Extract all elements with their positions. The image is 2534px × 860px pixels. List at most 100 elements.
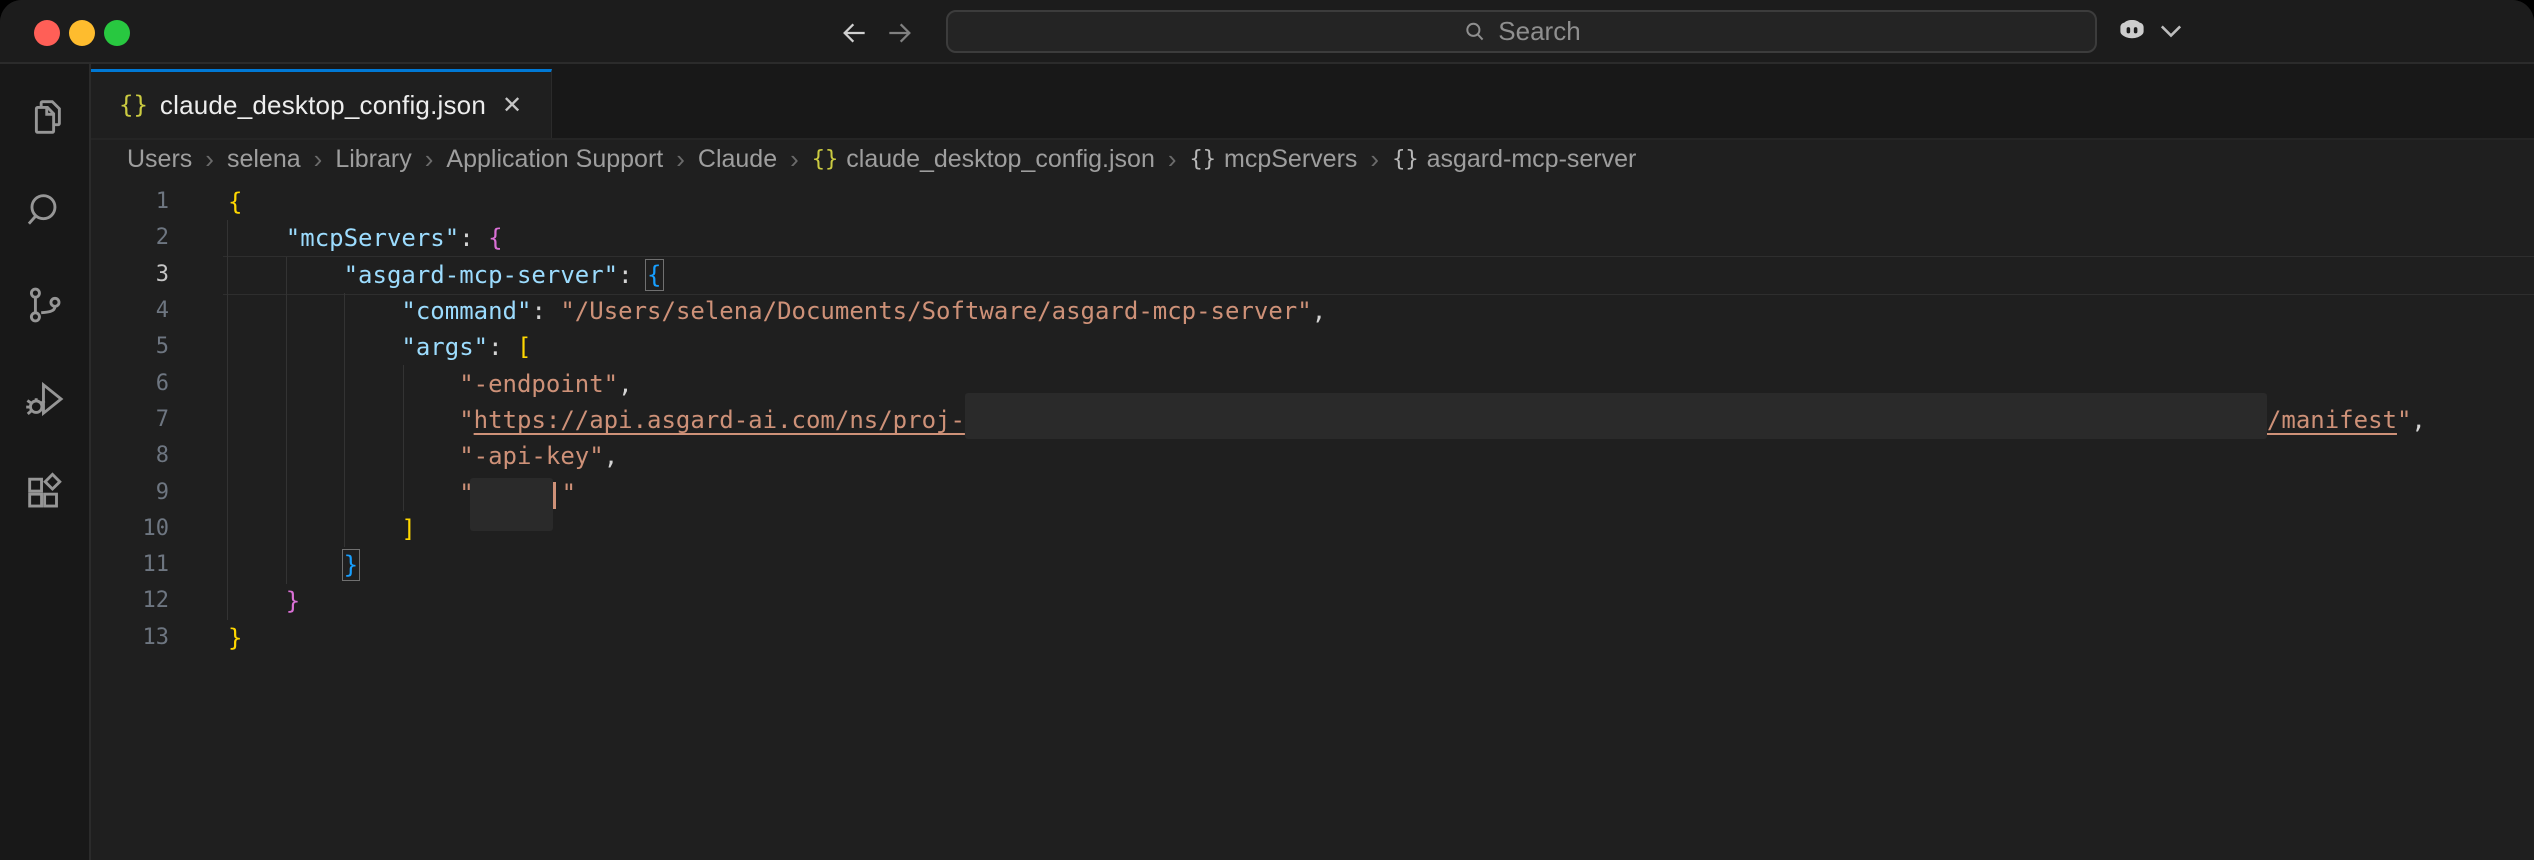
code-editor[interactable]: 12345678910111213 { "mcpServers": { "asg… xyxy=(91,178,2534,860)
tab-claude-desktop-config[interactable]: {} claude_desktop_config.json ✕ xyxy=(91,69,552,138)
breadcrumb-item[interactable]: {} claude_desktop_config.json xyxy=(812,145,1155,174)
code-line: { xyxy=(228,184,2426,220)
sidebar-item-source-control[interactable] xyxy=(0,258,89,352)
redacted-text-sliver xyxy=(553,482,556,509)
zoom-window-button[interactable] xyxy=(104,20,130,46)
minimize-window-button[interactable] xyxy=(69,20,95,46)
navigate-back-button[interactable] xyxy=(838,17,870,49)
code-token: : xyxy=(618,261,647,289)
url-link[interactable]: /manifest xyxy=(2267,406,2397,434)
code-line: "" xyxy=(228,475,2426,511)
activity-bar xyxy=(0,64,91,860)
code-token xyxy=(228,406,459,434)
code-line: } xyxy=(228,583,2426,619)
line-number: 8 xyxy=(91,438,169,474)
arrow-left-icon xyxy=(838,17,870,49)
breadcrumb-item[interactable]: {}mcpServers xyxy=(1190,145,1358,174)
breadcrumb-label: Application Support xyxy=(446,145,663,174)
breadcrumb-item[interactable]: Application Support xyxy=(446,145,663,174)
code-token: , xyxy=(1312,297,1326,325)
code-token: { xyxy=(488,224,502,252)
copilot-menu-button[interactable] xyxy=(2114,14,2182,48)
sidebar-item-extensions[interactable] xyxy=(0,446,89,540)
close-window-button[interactable] xyxy=(34,20,60,46)
tab-bar: {} claude_desktop_config.json ✕ xyxy=(91,64,2534,140)
arrow-right-icon xyxy=(884,17,916,49)
tab-filename: claude_desktop_config.json xyxy=(160,90,486,121)
code-token: , xyxy=(2411,406,2425,434)
breadcrumb-separator-icon: › xyxy=(777,144,812,175)
breadcrumb-item[interactable]: Users xyxy=(127,145,192,174)
code-token: } xyxy=(286,587,300,615)
line-number: 13 xyxy=(91,620,169,656)
breadcrumb-label: Claude xyxy=(698,145,777,174)
breadcrumb-separator-icon: › xyxy=(663,144,698,175)
close-tab-icon[interactable]: ✕ xyxy=(502,91,522,120)
code-line: } xyxy=(228,620,2426,656)
code-token: : xyxy=(531,297,560,325)
search-input[interactable]: Search xyxy=(946,10,2097,53)
breadcrumb: Users›selena›Library›Application Support… xyxy=(91,140,2534,178)
breadcrumb-label: asgard-mcp-server xyxy=(1427,145,1637,174)
chevron-down-icon xyxy=(2160,24,2182,38)
line-number: 3 xyxy=(91,257,169,293)
code-token: } xyxy=(344,551,358,579)
source-control-icon xyxy=(22,282,68,328)
run-debug-icon xyxy=(22,376,68,422)
line-number: 6 xyxy=(91,366,169,402)
symbol-object-icon: {} xyxy=(1190,147,1217,172)
code-token: "mcpServers" xyxy=(286,224,459,252)
sidebar-item-explorer[interactable] xyxy=(0,70,89,164)
line-number: 1 xyxy=(91,184,169,220)
breadcrumb-label: selena xyxy=(227,145,301,174)
code-token: "/Users/selena/Documents/Software/asgard… xyxy=(560,297,1311,325)
line-number: 12 xyxy=(91,583,169,619)
code-token xyxy=(228,587,286,615)
line-number: 4 xyxy=(91,293,169,329)
code-token xyxy=(228,370,459,398)
breadcrumb-separator-icon: › xyxy=(412,144,447,175)
breadcrumb-item[interactable]: {}asgard-mcp-server xyxy=(1392,145,1636,174)
code-token xyxy=(228,261,344,289)
code-token: : xyxy=(488,333,517,361)
line-number: 10 xyxy=(91,511,169,547)
code-line: "-api-key", xyxy=(228,438,2426,474)
code-token xyxy=(228,297,401,325)
extensions-icon xyxy=(22,470,68,516)
json-file-icon: {} xyxy=(812,147,839,172)
redaction-box-api-key xyxy=(470,478,553,531)
breadcrumb-item[interactable]: Library xyxy=(335,145,411,174)
code-token xyxy=(228,442,459,470)
code-line: "mcpServers": { xyxy=(228,220,2426,256)
code-token: , xyxy=(618,370,632,398)
breadcrumb-item[interactable]: Claude xyxy=(698,145,777,174)
code-token: "-api-key" xyxy=(459,442,604,470)
search-icon xyxy=(22,188,68,234)
line-number: 2 xyxy=(91,220,169,256)
titlebar: Search xyxy=(0,0,2534,64)
breadcrumb-label: Library xyxy=(335,145,411,174)
code-token: "command" xyxy=(401,297,531,325)
code-token: ] xyxy=(401,515,415,543)
line-number: 9 xyxy=(91,475,169,511)
main-area: {} claude_desktop_config.json ✕ Users › se… xyxy=(0,64,2534,860)
url-link[interactable]: https://api.asgard-ai.com/ns/proj- xyxy=(474,406,965,434)
code-line: "args": [ xyxy=(228,329,2426,365)
code-line: } xyxy=(228,547,2426,583)
code-token xyxy=(228,224,286,252)
code-line: "asgard-mcp-server": { xyxy=(228,257,2426,293)
code-token: "args" xyxy=(401,333,488,361)
breadcrumb-label: claude_desktop_config.json xyxy=(846,145,1155,174)
breadcrumb-item[interactable]: selena xyxy=(227,145,301,174)
line-number: 5 xyxy=(91,329,169,365)
sidebar-item-run-and-debug[interactable] xyxy=(0,352,89,446)
sidebar-item-search[interactable] xyxy=(0,164,89,258)
code-token: , xyxy=(604,442,618,470)
json-file-icon: {} xyxy=(119,91,148,119)
line-number: 7 xyxy=(91,402,169,438)
code-token xyxy=(228,551,344,579)
copilot-icon xyxy=(2114,14,2150,48)
line-number: 11 xyxy=(91,547,169,583)
navigate-forward-button[interactable] xyxy=(884,17,916,49)
line-number-gutter: 12345678910111213 xyxy=(91,184,169,656)
